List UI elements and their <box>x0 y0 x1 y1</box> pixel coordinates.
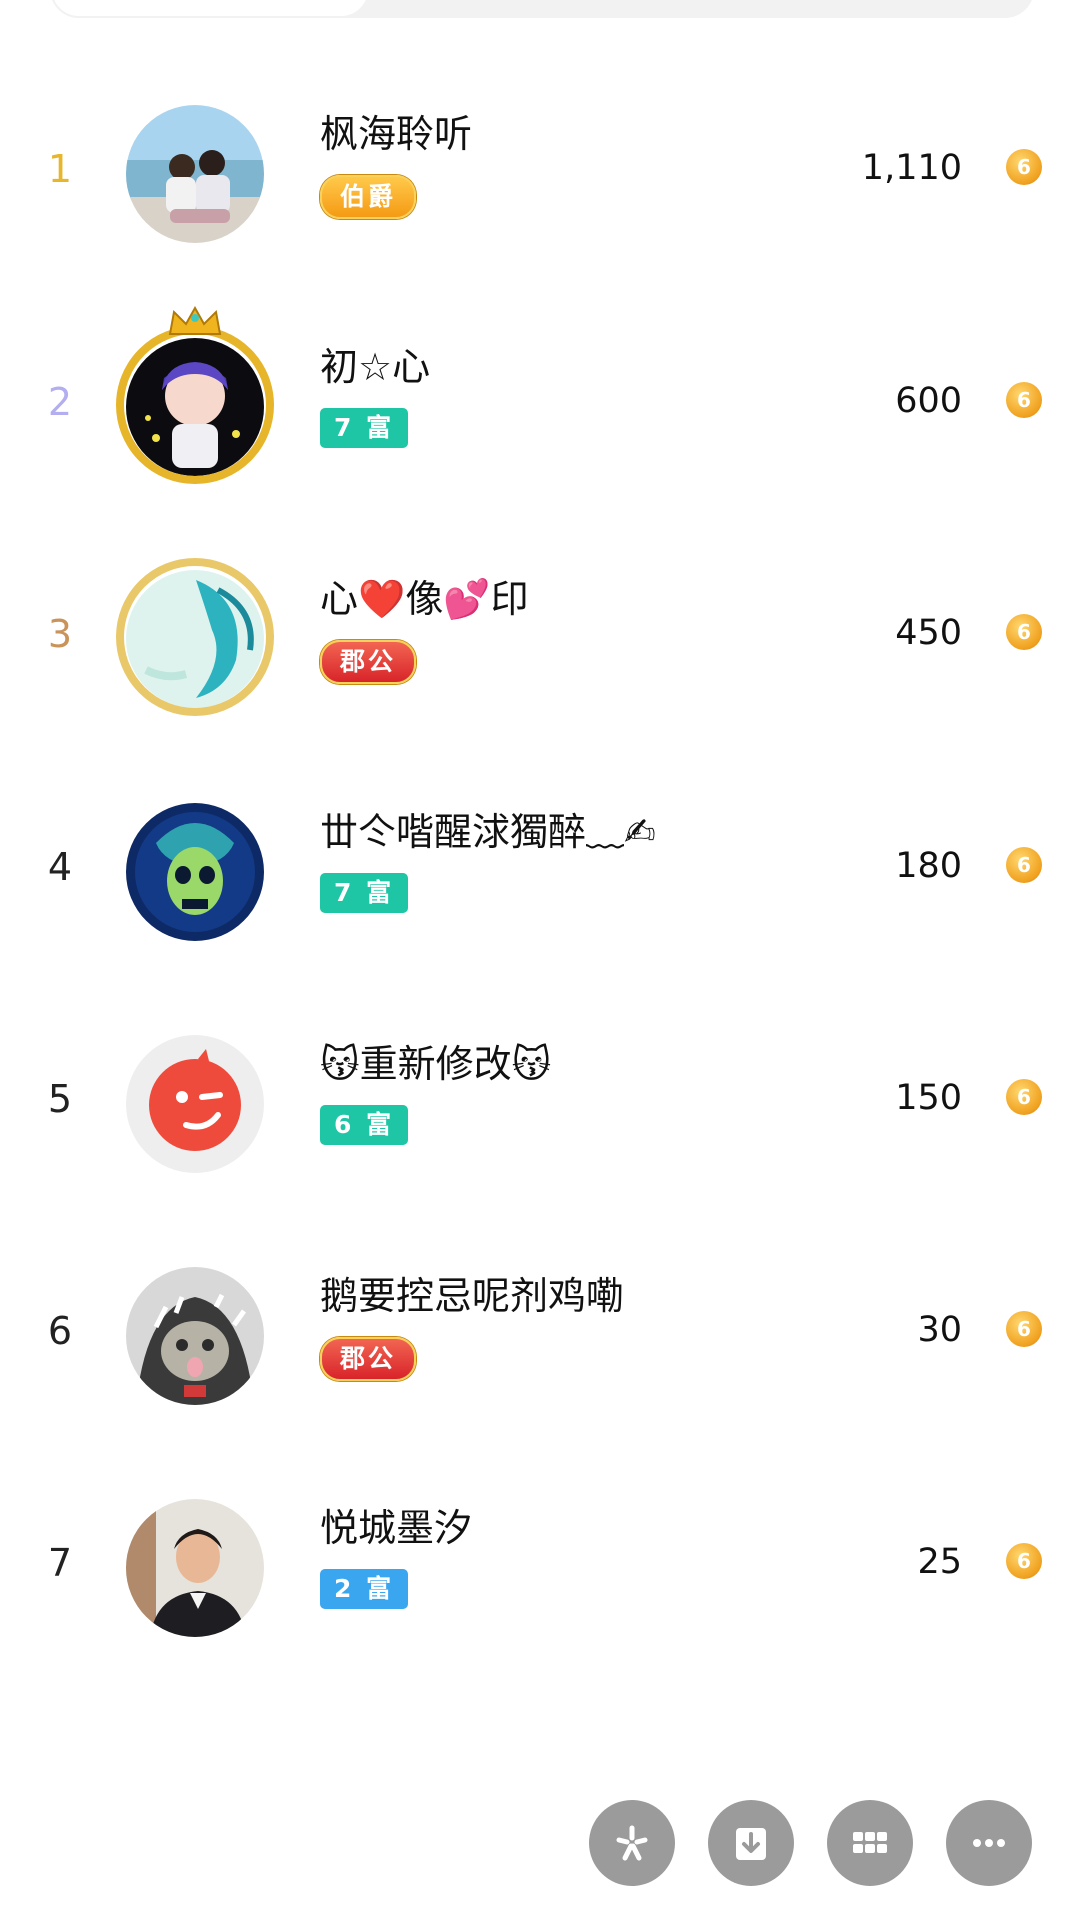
gift-score: 180 <box>895 846 962 886</box>
avatar[interactable] <box>126 1267 264 1405</box>
coin-icon: 6 <box>1006 382 1042 418</box>
rank-number: 6 <box>47 1309 73 1353</box>
ranking-row[interactable]: 4 丗仒喈醒浗獨醉﹏✍ 7 富 180 6 <box>0 795 1080 945</box>
ranking-row[interactable]: 3 心❤️像💕印 郡公 450 6 <box>0 558 1080 716</box>
user-name[interactable]: 枫海聆听 <box>320 109 472 159</box>
ranking-row[interactable]: 2 初☆心 7 富 600 6 <box>0 306 1080 484</box>
top-tab-selected[interactable] <box>50 0 370 18</box>
coin-icon: 6 <box>1006 1311 1042 1347</box>
download-button[interactable] <box>708 1800 794 1886</box>
spark-icon <box>616 1825 648 1861</box>
avatar[interactable] <box>126 803 264 941</box>
spark-button[interactable] <box>589 1800 675 1886</box>
coin-icon: 6 <box>1006 149 1042 185</box>
rank-number: 4 <box>47 845 73 889</box>
rank-number: 5 <box>47 1077 73 1121</box>
top-tab-bar[interactable] <box>50 0 1034 18</box>
wealth-badge: 6 富 <box>320 1105 409 1145</box>
coin-icon: 6 <box>1006 614 1042 650</box>
crown-icon <box>168 306 222 335</box>
user-name[interactable]: 心❤️像💕印 <box>320 574 529 624</box>
ranking-row[interactable]: 6 鹅要控忌呢剂鸡嘞 郡公 30 6 <box>0 1259 1080 1409</box>
download-icon <box>736 1828 766 1860</box>
avatar[interactable] <box>126 1499 264 1637</box>
avatar-frame <box>116 326 274 484</box>
rank-number: 7 <box>47 1541 73 1585</box>
grid-icon <box>853 1832 887 1853</box>
user-name[interactable]: 鹅要控忌呢剂鸡嘞 <box>320 1271 624 1321</box>
gift-score: 600 <box>895 381 962 421</box>
rank-number: 1 <box>47 147 73 191</box>
user-name[interactable]: 悦城墨汐 <box>320 1503 472 1553</box>
ranking-row[interactable]: 1 枫海聆听 伯爵 1,110 6 <box>0 97 1080 247</box>
user-name[interactable]: 😽重新修改😽 <box>320 1039 551 1089</box>
wealth-badge: 2 富 <box>320 1569 409 1609</box>
noble-badge: 郡公 <box>320 640 417 684</box>
noble-badge: 郡公 <box>320 1337 417 1381</box>
gift-score: 30 <box>917 1310 962 1350</box>
coin-icon: 6 <box>1006 1079 1042 1115</box>
gift-score: 1,110 <box>861 148 962 188</box>
more-icon <box>973 1839 1005 1847</box>
ranking-row[interactable]: 7 悦城墨汐 2 富 25 6 <box>0 1491 1080 1641</box>
more-button[interactable] <box>946 1800 1032 1886</box>
avatar[interactable] <box>126 1035 264 1173</box>
gift-score: 25 <box>917 1542 962 1582</box>
coin-icon: 6 <box>1006 847 1042 883</box>
user-name[interactable]: 丗仒喈醒浗獨醉﹏✍ <box>320 807 656 857</box>
noble-badge: 伯爵 <box>320 175 417 219</box>
gift-score: 450 <box>895 613 962 653</box>
coin-icon: 6 <box>1006 1543 1042 1579</box>
rank-number: 2 <box>47 380 73 424</box>
avatar[interactable] <box>126 105 264 243</box>
ranking-row[interactable]: 5 😽重新修改😽 6 富 150 6 <box>0 1027 1080 1177</box>
wealth-badge: 7 富 <box>320 873 409 913</box>
grid-button[interactable] <box>827 1800 913 1886</box>
wealth-badge: 7 富 <box>320 408 409 448</box>
avatar-frame <box>116 558 274 716</box>
rank-number: 3 <box>47 612 73 656</box>
user-name[interactable]: 初☆心 <box>320 342 430 392</box>
gift-score: 150 <box>895 1078 962 1118</box>
